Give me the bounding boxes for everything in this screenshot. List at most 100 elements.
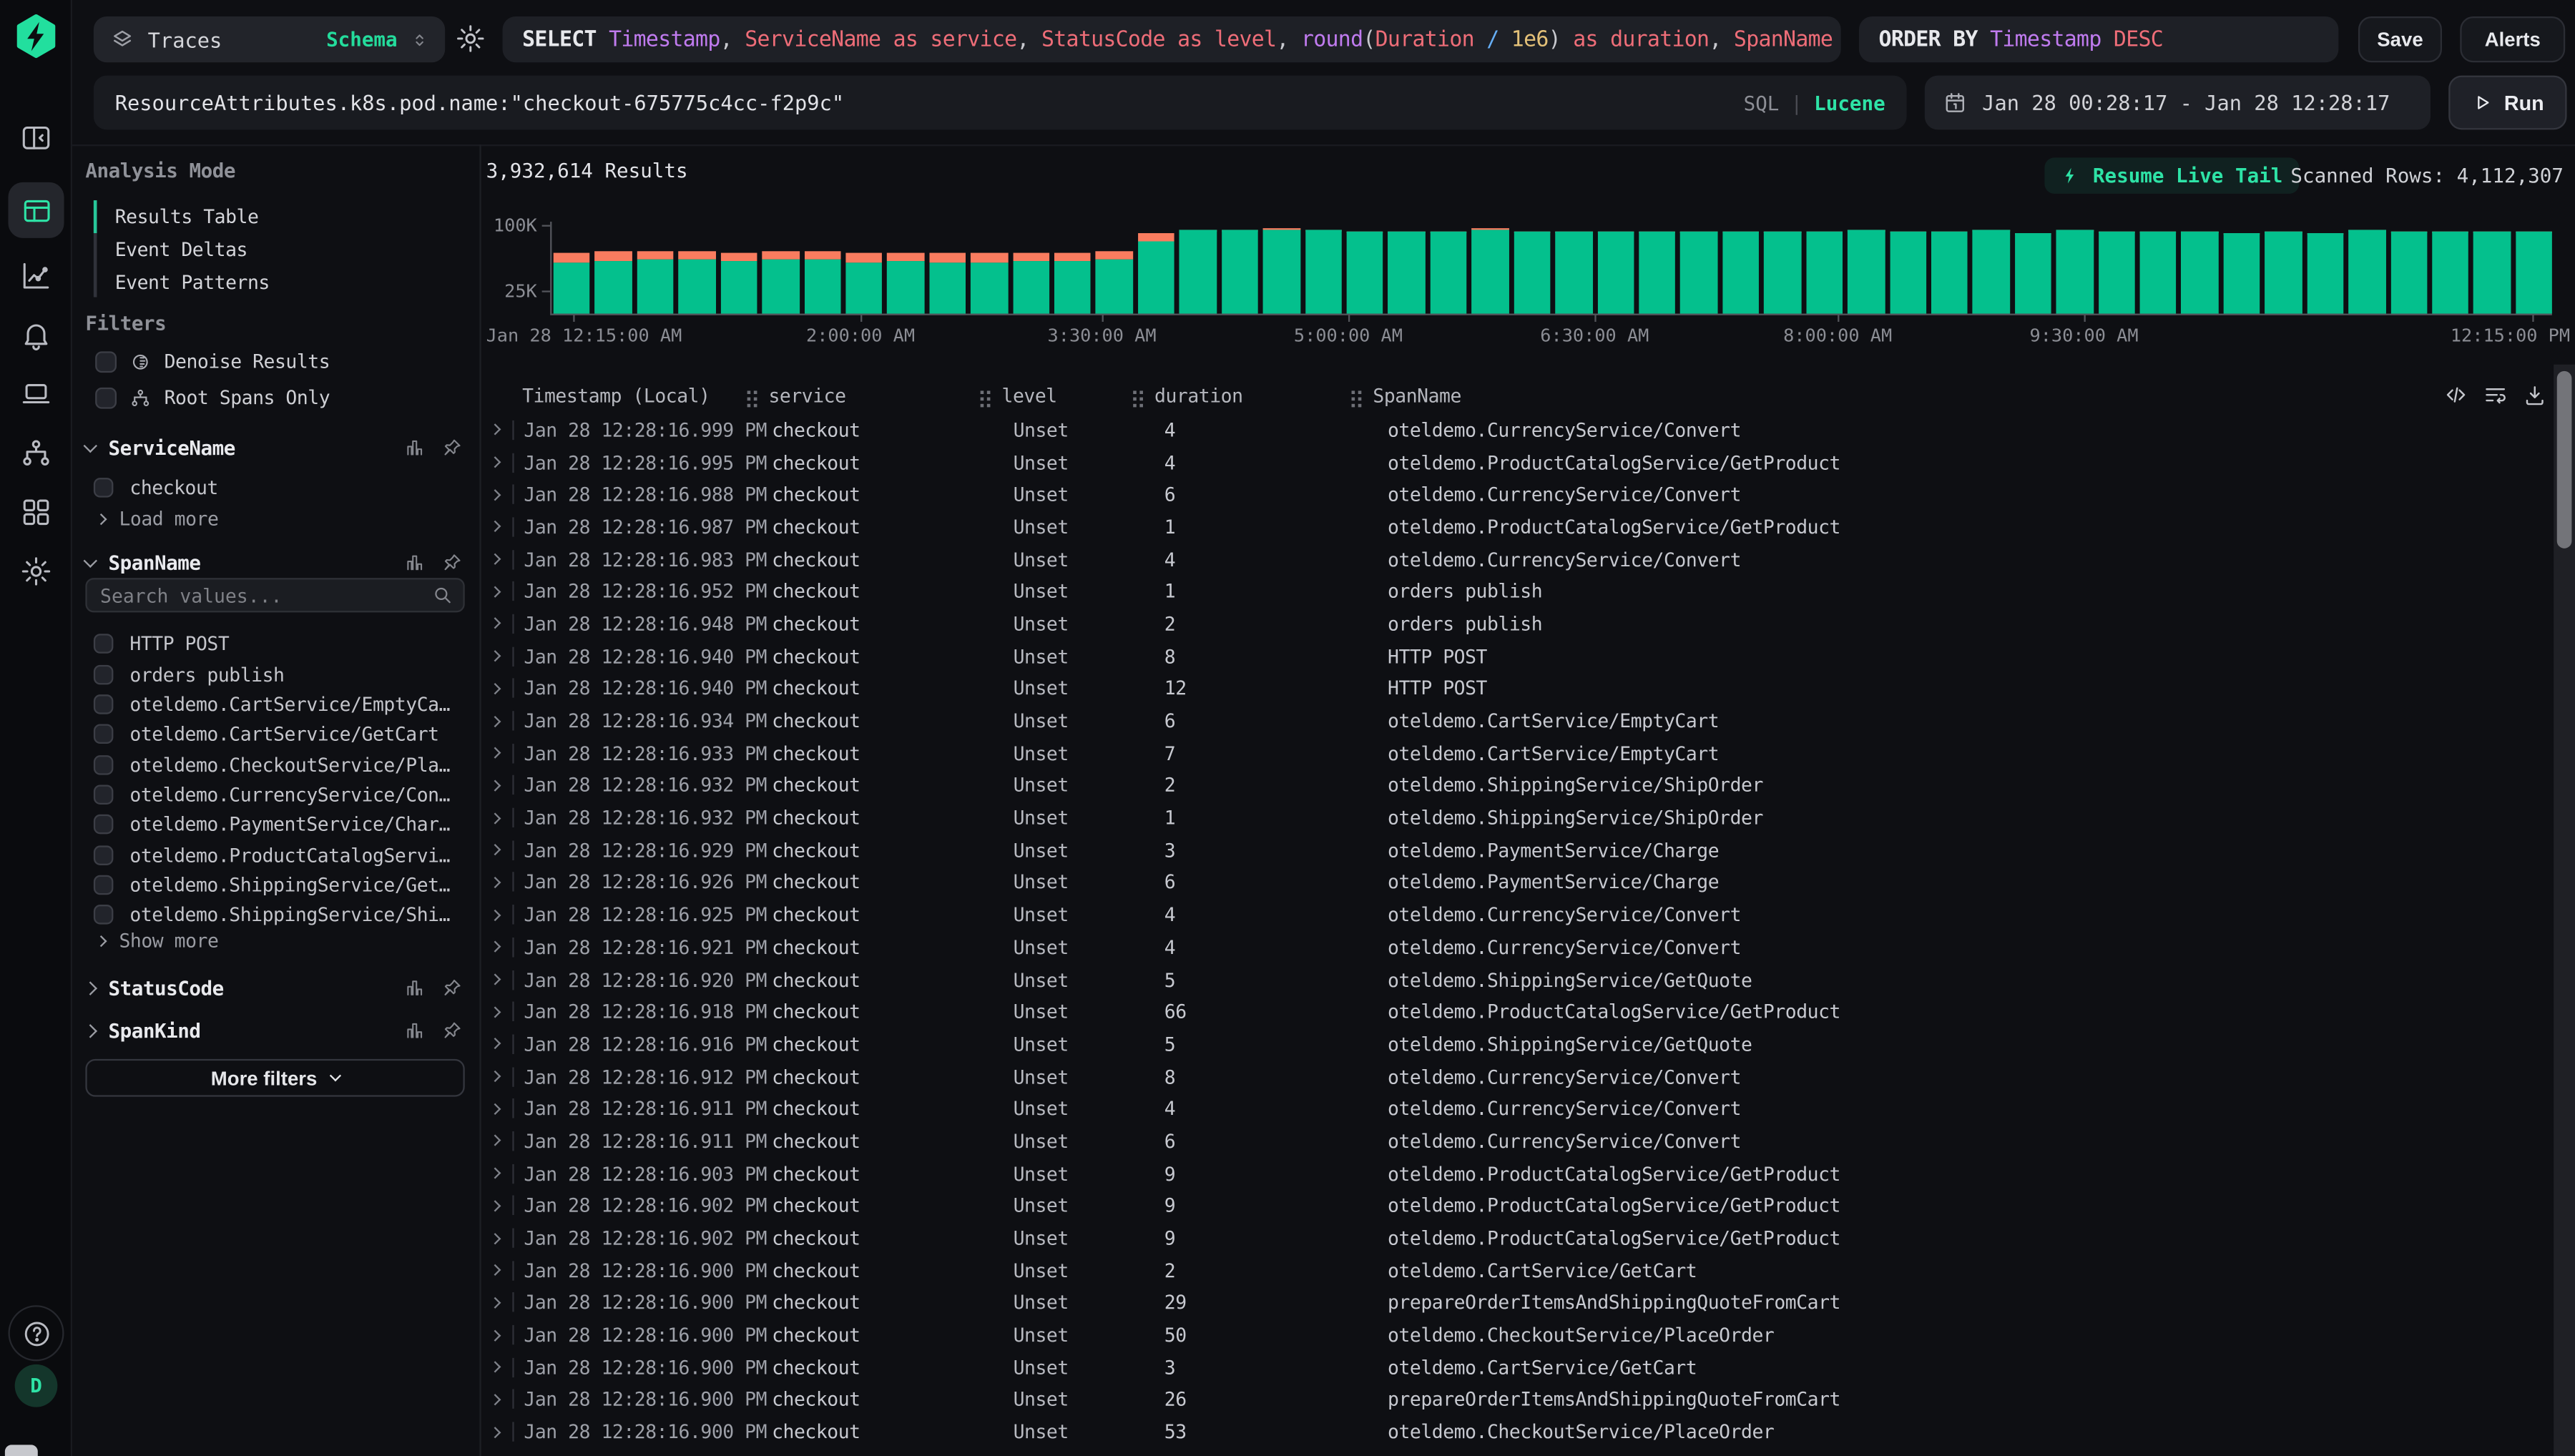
- row-expand-chevron[interactable]: [486, 1196, 523, 1216]
- row-expand-chevron[interactable]: [486, 581, 523, 601]
- analysis-mode-results-table[interactable]: Results Table: [115, 200, 259, 233]
- table-row[interactable]: Jan 28 12:28:16.932 PMcheckoutUnset1otel…: [486, 802, 2554, 834]
- sql-select-editor[interactable]: SELECT Timestamp, ServiceName as service…: [503, 16, 1841, 62]
- histogram-bar[interactable]: [1889, 232, 1926, 314]
- histogram-bar[interactable]: [1556, 232, 1592, 313]
- histogram-bar[interactable]: [2432, 231, 2468, 314]
- table-row[interactable]: Jan 28 12:28:16.900 PMcheckoutUnset26pre…: [486, 1384, 2554, 1416]
- filter-option[interactable]: HTTP POST: [94, 629, 466, 659]
- histogram-bar[interactable]: [1973, 230, 2009, 314]
- checkbox[interactable]: [94, 694, 114, 714]
- chart-explorer-icon[interactable]: [0, 260, 72, 292]
- more-filters-button[interactable]: More filters: [85, 1059, 464, 1097]
- checkbox[interactable]: [95, 350, 117, 372]
- table-row[interactable]: Jan 28 12:28:16.902 PMcheckoutUnset9otel…: [486, 1189, 2554, 1221]
- pin-icon[interactable]: [442, 1020, 464, 1041]
- help-icon[interactable]: [8, 1305, 64, 1361]
- histogram-bar[interactable]: [1764, 232, 1800, 314]
- table-row[interactable]: Jan 28 12:28:16.933 PMcheckoutUnset7otel…: [486, 737, 2554, 769]
- table-row[interactable]: Jan 28 12:28:16.920 PMcheckoutUnset5otel…: [486, 963, 2554, 995]
- checkbox[interactable]: [94, 845, 114, 865]
- drag-handle-icon[interactable]: [1133, 389, 1144, 407]
- table-row[interactable]: Jan 28 12:28:16.916 PMcheckoutUnset5otel…: [486, 1028, 2554, 1060]
- histogram-bar[interactable]: [1722, 232, 1759, 314]
- filter-option[interactable]: oteldemo.CurrencyService/Con…: [94, 779, 466, 810]
- services-graph-icon[interactable]: [0, 437, 72, 470]
- histogram-bar[interactable]: [888, 252, 924, 314]
- histogram-bar[interactable]: [2265, 231, 2302, 313]
- row-expand-chevron[interactable]: [486, 743, 523, 763]
- histogram-bar[interactable]: [804, 252, 840, 314]
- row-expand-chevron[interactable]: [486, 1034, 523, 1054]
- table-row[interactable]: Jan 28 12:28:16.911 PMcheckoutUnset6otel…: [486, 1125, 2554, 1157]
- hyperdx-logo-icon[interactable]: [0, 13, 72, 59]
- row-expand-chevron[interactable]: [486, 905, 523, 925]
- row-expand-chevron[interactable]: [486, 1228, 523, 1248]
- query-settings-gear-icon[interactable]: [455, 23, 486, 54]
- save-button[interactable]: Save: [2358, 16, 2442, 62]
- histogram-bar[interactable]: [1096, 252, 1132, 314]
- lang-sql[interactable]: SQL: [1744, 91, 1780, 114]
- row-expand-chevron[interactable]: [486, 1066, 523, 1086]
- analysis-mode-event-deltas[interactable]: Event Deltas: [115, 233, 247, 266]
- pin-icon[interactable]: [442, 437, 464, 458]
- row-expand-chevron[interactable]: [486, 1293, 523, 1313]
- dashboards-grid-icon[interactable]: [0, 496, 72, 528]
- checkbox[interactable]: [94, 754, 114, 774]
- table-row[interactable]: Jan 28 12:28:16.995 PMcheckoutUnset4otel…: [486, 446, 2554, 478]
- histogram-bar[interactable]: [2056, 229, 2093, 313]
- histogram-bar[interactable]: [1305, 230, 1341, 313]
- table-row[interactable]: Jan 28 12:28:16.940 PMcheckoutUnset12HTT…: [486, 672, 2554, 704]
- scrollbar-thumb[interactable]: [2557, 371, 2572, 549]
- row-expand-chevron[interactable]: [486, 808, 523, 828]
- table-row[interactable]: Jan 28 12:28:16.900 PMcheckoutUnset29pre…: [486, 1287, 2554, 1319]
- histogram-bar[interactable]: [1013, 252, 1049, 314]
- row-expand-chevron[interactable]: [486, 938, 523, 958]
- histogram-bar[interactable]: [2516, 231, 2552, 314]
- histogram-bar[interactable]: [2390, 232, 2427, 313]
- row-expand-chevron[interactable]: [486, 614, 523, 634]
- histogram-bar[interactable]: [1806, 231, 1843, 314]
- drag-handle-icon[interactable]: [1352, 389, 1363, 407]
- table-row[interactable]: Jan 28 12:28:16.900 PMcheckoutUnset2otel…: [486, 1254, 2554, 1287]
- table-row[interactable]: Jan 28 12:28:16.987 PMcheckoutUnset1otel…: [486, 511, 2554, 543]
- filter-option[interactable]: checkout: [94, 475, 218, 501]
- histogram-bar[interactable]: [1054, 252, 1091, 314]
- histogram-bar[interactable]: [2223, 232, 2260, 314]
- table-row[interactable]: Jan 28 12:28:16.940 PMcheckoutUnset8HTTP…: [486, 640, 2554, 672]
- checkbox[interactable]: [94, 664, 114, 684]
- table-row[interactable]: Jan 28 12:28:16.900 PMcheckoutUnset3otel…: [486, 1351, 2554, 1383]
- row-expand-chevron[interactable]: [486, 549, 523, 569]
- histogram-bar[interactable]: [2307, 232, 2343, 313]
- section-header-spanname[interactable]: SpanName: [85, 549, 463, 576]
- histogram-bar[interactable]: [2015, 233, 2051, 314]
- bar-chart-icon[interactable]: [404, 437, 426, 458]
- row-expand-chevron[interactable]: [486, 711, 523, 731]
- row-expand-chevron[interactable]: [486, 840, 523, 860]
- histogram-bar[interactable]: [1597, 232, 1634, 313]
- show-more-link[interactable]: Show more: [97, 929, 218, 952]
- chart-bars[interactable]: [554, 205, 2552, 314]
- histogram-bar[interactable]: [1388, 232, 1425, 314]
- table-row[interactable]: Jan 28 12:28:16.902 PMcheckoutUnset9otel…: [486, 1222, 2554, 1254]
- row-expand-chevron[interactable]: [486, 485, 523, 505]
- table-row[interactable]: Jan 28 12:28:16.900 PMcheckoutUnset50ote…: [486, 1319, 2554, 1351]
- histogram-bar[interactable]: [762, 252, 799, 314]
- alerts-bell-icon[interactable]: [0, 318, 72, 351]
- row-expand-chevron[interactable]: [486, 646, 523, 666]
- toggle-denoise-results[interactable]: Denoise Results: [95, 348, 330, 375]
- schema-label[interactable]: Schema: [326, 28, 398, 51]
- section-header-statuscode[interactable]: StatusCode: [85, 973, 463, 1001]
- row-expand-chevron[interactable]: [486, 1261, 523, 1281]
- text-wrap-icon[interactable]: [2483, 383, 2507, 407]
- histogram-bar[interactable]: [2348, 230, 2385, 314]
- table-row[interactable]: Jan 28 12:28:16.999 PMcheckoutUnset4otel…: [486, 414, 2554, 446]
- client-sessions-icon[interactable]: [0, 378, 72, 410]
- collapse-panel-icon[interactable]: [0, 122, 72, 154]
- filter-option[interactable]: oteldemo.ProductCatalogServi…: [94, 840, 466, 870]
- histogram-bar[interactable]: [1514, 231, 1550, 314]
- code-view-icon[interactable]: [2443, 383, 2468, 407]
- row-expand-chevron[interactable]: [486, 1422, 523, 1442]
- column-header-service[interactable]: service: [768, 384, 1001, 407]
- bar-chart-icon[interactable]: [404, 551, 426, 573]
